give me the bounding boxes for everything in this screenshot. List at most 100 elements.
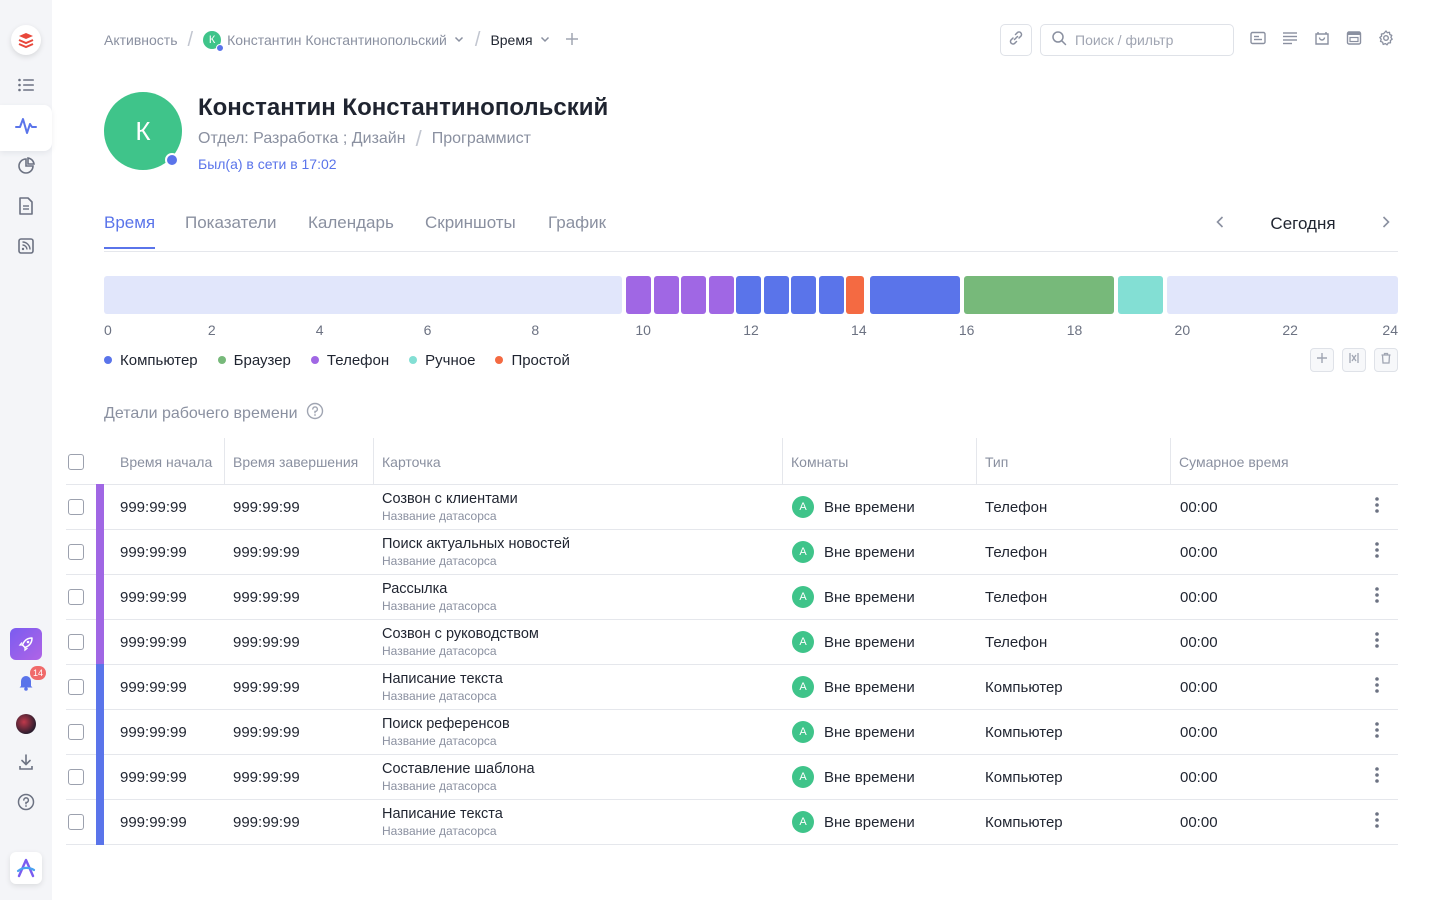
sidebar-user-avatar[interactable] (6, 704, 46, 744)
tab-screenshots[interactable]: Скриншоты (425, 213, 516, 247)
cell-card[interactable]: Поиск актуальных новостей Название датас… (382, 530, 570, 574)
card-title: Рассылка (382, 581, 448, 597)
sidebar-download[interactable] (6, 744, 46, 784)
row-checkbox[interactable] (68, 724, 84, 740)
timeline-segment-browser[interactable] (963, 276, 1115, 314)
column-header-card[interactable]: Карточка (373, 438, 783, 485)
column-header-type[interactable]: Тип (976, 438, 1171, 485)
row-menu-button[interactable] (1370, 631, 1384, 652)
column-header-total[interactable]: Сумарное время (1170, 438, 1398, 485)
table-row[interactable]: 999:99:99 999:99:99 Созвон с руководство… (66, 619, 1398, 665)
previous-day-button[interactable] (1208, 212, 1232, 236)
cell-card[interactable]: Созвон с руководством Название датасорса (382, 620, 539, 664)
row-menu-button[interactable] (1370, 811, 1384, 832)
copy-link-button[interactable] (1000, 24, 1032, 56)
tab-time[interactable]: Время (104, 213, 156, 249)
timeline-segment-phone[interactable] (681, 276, 707, 314)
sidebar-logo[interactable] (6, 20, 46, 60)
current-date-label[interactable]: Сегодня (1270, 214, 1335, 234)
cell-card[interactable]: Написание текста Название датасорса (382, 665, 503, 709)
cell-card[interactable]: Поиск референсов Название датасорса (382, 710, 510, 754)
timeline-segment-phone[interactable] (708, 276, 734, 314)
room-avatar: А (792, 721, 814, 743)
cell-start-time: 999:99:99 (120, 678, 187, 696)
table-row[interactable]: 999:99:99 999:99:99 Составление шаблона … (66, 754, 1398, 800)
row-checkbox[interactable] (68, 499, 84, 515)
table-row[interactable]: 999:99:99 999:99:99 Написание текста Наз… (66, 664, 1398, 710)
timeline-tick-label: 16 (958, 322, 975, 338)
timeline-segment-phone[interactable] (625, 276, 652, 314)
breadcrumb-root[interactable]: Активность (104, 32, 178, 48)
next-day-button[interactable] (1374, 212, 1398, 236)
timeline-segment-computer[interactable] (818, 276, 844, 314)
view-list-button[interactable] (1278, 28, 1302, 52)
tab-schedule[interactable]: График (548, 213, 606, 247)
sidebar-item-stats[interactable] (6, 148, 46, 188)
row-menu-button[interactable] (1370, 766, 1384, 787)
add-time-button[interactable] (1310, 348, 1334, 372)
table-row[interactable]: 999:99:99 999:99:99 Поиск референсов Наз… (66, 709, 1398, 755)
row-menu-button[interactable] (1370, 721, 1384, 742)
timeline-segment-computer[interactable] (763, 276, 789, 314)
breadcrumb-user[interactable]: К Константин Константинопольский (203, 31, 465, 52)
row-menu-button[interactable] (1370, 496, 1384, 517)
sidebar-app-logo[interactable] (6, 848, 46, 888)
chevron-left-icon (1215, 215, 1225, 234)
timeline-segment-idle[interactable] (846, 276, 865, 314)
gear-icon (1378, 29, 1394, 51)
sidebar-item-documents[interactable] (6, 188, 46, 228)
column-header-start[interactable]: Время начала (112, 438, 225, 485)
breadcrumb-current[interactable]: Время (490, 32, 550, 48)
sidebar-notifications[interactable]: 14 (6, 664, 47, 704)
select-all-checkbox[interactable] (68, 454, 84, 470)
cell-card[interactable]: Составление шаблона Название датасорса (382, 755, 535, 799)
room-avatar: А (792, 586, 814, 608)
sidebar-item-list[interactable] (6, 67, 46, 107)
card-title: Написание текста (382, 806, 503, 822)
table-row[interactable]: 999:99:99 999:99:99 Рассылка Название да… (66, 574, 1398, 620)
activity-timeline[interactable] (104, 276, 1398, 314)
settings-button[interactable] (1374, 28, 1398, 52)
row-checkbox[interactable] (68, 814, 84, 830)
table-row[interactable]: 999:99:99 999:99:99 Поиск актуальных нов… (66, 529, 1398, 575)
column-header-end[interactable]: Время завершения (224, 438, 374, 485)
cell-end-time: 999:99:99 (233, 813, 300, 831)
timeline-segment-phone[interactable] (653, 276, 679, 314)
row-checkbox[interactable] (68, 769, 84, 785)
split-time-button[interactable] (1342, 348, 1366, 372)
cell-card[interactable]: Написание текста Название датасорса (382, 800, 503, 844)
search-field[interactable] (1040, 24, 1234, 56)
search-input[interactable] (1075, 32, 1215, 48)
sidebar-quick-start[interactable] (6, 624, 46, 664)
table-row[interactable]: 999:99:99 999:99:99 Написание текста Наз… (66, 799, 1398, 845)
add-breadcrumb-button[interactable] (565, 32, 579, 49)
row-menu-button[interactable] (1370, 541, 1384, 562)
cell-total: 00:00 (1180, 678, 1218, 696)
delete-time-button[interactable] (1374, 348, 1398, 372)
timeline-segment-empty[interactable] (1166, 276, 1398, 314)
tab-calendar[interactable]: Календарь (308, 213, 394, 247)
timeline-segment-computer[interactable] (791, 276, 817, 314)
archive-button[interactable] (1310, 28, 1334, 52)
row-menu-button[interactable] (1370, 586, 1384, 607)
row-checkbox[interactable] (68, 634, 84, 650)
view-cards-button[interactable] (1246, 28, 1270, 52)
tab-metrics[interactable]: Показатели (185, 213, 277, 247)
sidebar-item-activity[interactable] (0, 105, 52, 151)
row-menu-button[interactable] (1370, 676, 1384, 697)
row-checkbox[interactable] (68, 589, 84, 605)
sidebar-help[interactable] (6, 784, 46, 824)
row-checkbox[interactable] (68, 544, 84, 560)
cell-card[interactable]: Созвон с клиентами Название датасорса (382, 485, 518, 529)
timeline-segment-manual[interactable] (1118, 276, 1163, 314)
table-row[interactable]: 999:99:99 999:99:99 Созвон с клиентами Н… (66, 484, 1398, 530)
window-button[interactable] (1342, 28, 1366, 52)
timeline-segment-empty[interactable] (104, 276, 622, 314)
cell-card[interactable]: Рассылка Название датасорса (382, 575, 497, 619)
timeline-segment-computer[interactable] (736, 276, 762, 314)
row-checkbox[interactable] (68, 679, 84, 695)
sidebar-item-feed[interactable] (6, 228, 46, 268)
help-icon[interactable] (306, 402, 324, 425)
timeline-segment-computer[interactable] (870, 276, 961, 314)
column-header-rooms[interactable]: Комнаты (782, 438, 977, 485)
